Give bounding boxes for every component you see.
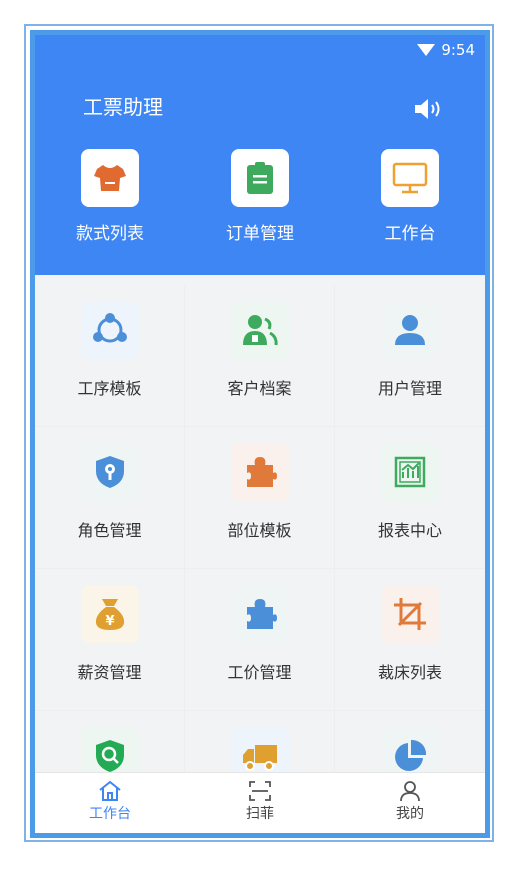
wifi-icon <box>417 44 436 56</box>
grid-item-wage-rates[interactable]: 工价管理 <box>185 569 335 711</box>
grid-item-label: 薪资管理 <box>77 663 142 682</box>
header: 9:54 工票助理 款式列表 订单管理 工作台 <box>35 35 485 275</box>
quick-action-styles[interactable]: 款式列表 <box>50 149 170 244</box>
home-icon <box>70 779 150 803</box>
quick-action-label: 款式列表 <box>76 224 144 244</box>
grid-item-role-management[interactable]: 角色管理 <box>35 427 185 569</box>
crop-icon <box>381 585 439 643</box>
svg-text:¥: ¥ <box>105 614 114 629</box>
customers-icon <box>230 301 289 359</box>
monitor-icon <box>381 149 439 207</box>
grid-item-part-template[interactable]: 部位模板 <box>185 427 335 569</box>
report-icon <box>381 443 439 501</box>
tab-label: 扫菲 <box>246 806 274 822</box>
grid-item-report-center[interactable]: 报表中心 <box>335 427 485 569</box>
clipboard-icon <box>231 149 289 207</box>
quick-action-label: 工作台 <box>384 224 436 244</box>
tab-scan[interactable]: 扫菲 <box>220 779 300 823</box>
tab-workbench[interactable]: 工作台 <box>70 779 150 823</box>
quick-action-orders[interactable]: 订单管理 <box>200 149 320 244</box>
process-icon <box>80 301 139 359</box>
bottom-tab-bar: 工作台 扫菲 我的 <box>35 772 485 833</box>
money-bag-icon: ¥ <box>80 585 139 643</box>
grid-item-label: 报表中心 <box>377 521 442 540</box>
grid-item-label: 部位模板 <box>227 521 292 540</box>
scan-icon <box>220 779 300 803</box>
tab-label: 我的 <box>396 806 424 822</box>
puzzle-icon <box>230 443 289 501</box>
grid-item-cutting-list[interactable]: 裁床列表 <box>335 569 485 711</box>
grid-item-label: 角色管理 <box>77 521 142 540</box>
grid-item-label: 客户档案 <box>227 379 292 398</box>
tab-label: 工作台 <box>89 806 131 822</box>
user-icon <box>381 301 439 359</box>
phone-screen: 9:54 工票助理 款式列表 订单管理 工作台 工序模板 客户档案 用户管理 角… <box>30 30 490 838</box>
grid-item-label: 裁床列表 <box>377 663 442 682</box>
grid-item-salary[interactable]: ¥ 薪资管理 <box>35 569 185 711</box>
quick-action-workbench[interactable]: 工作台 <box>350 149 470 244</box>
grid-item-label: 工价管理 <box>227 663 292 682</box>
status-bar: 9:54 <box>417 41 475 59</box>
quick-action-label: 订单管理 <box>226 224 294 244</box>
grid-item-label: 用户管理 <box>377 379 442 398</box>
page-title: 工票助理 <box>83 95 163 119</box>
puzzle-icon <box>230 585 289 643</box>
status-time: 9:54 <box>441 41 475 59</box>
grid-item-user-management[interactable]: 用户管理 <box>335 285 485 427</box>
shirt-icon <box>81 149 139 207</box>
grid-item-customers[interactable]: 客户档案 <box>185 285 335 427</box>
shield-key-icon <box>80 443 139 501</box>
grid-item-process-template[interactable]: 工序模板 <box>35 285 185 427</box>
tab-mine[interactable]: 我的 <box>370 779 450 823</box>
profile-icon <box>370 779 450 803</box>
grid-item-label: 工序模板 <box>77 379 142 398</box>
speaker-icon[interactable] <box>413 97 443 121</box>
